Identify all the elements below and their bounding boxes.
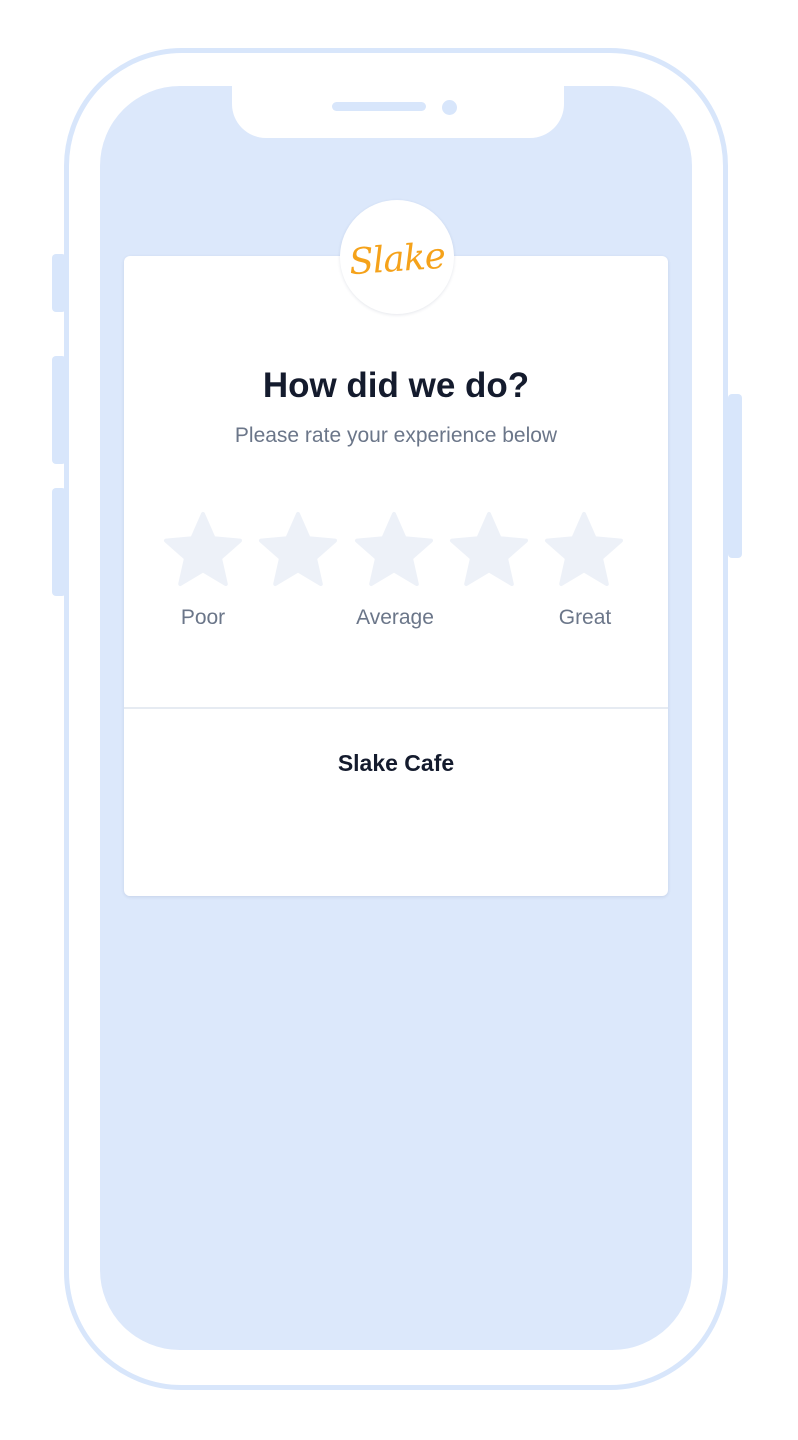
power-button (728, 394, 742, 558)
survey-title: How did we do? (262, 366, 530, 405)
star-icon (259, 512, 337, 586)
card-divider (124, 707, 668, 709)
star-rating-2[interactable] (258, 510, 338, 590)
star-icon (355, 512, 433, 586)
brand-logo-text: Slake (347, 235, 447, 283)
business-name: Slake Cafe (337, 750, 455, 776)
star-rating-5[interactable] (544, 510, 624, 590)
brand-logo: Slake (340, 200, 454, 314)
phone-notch (232, 86, 564, 138)
rating-label-great: Great (558, 606, 612, 629)
speaker-grille (332, 102, 426, 111)
survey-subtitle: Please rate your experience below (234, 424, 558, 447)
star-icon (450, 512, 528, 586)
rating-label-average: Average (356, 606, 434, 629)
star-icon (164, 512, 242, 586)
front-camera (442, 100, 457, 115)
star-icon (545, 512, 623, 586)
star-rating-3[interactable] (354, 510, 434, 590)
star-rating-4[interactable] (449, 510, 529, 590)
star-rating-1[interactable] (163, 510, 243, 590)
rating-label-poor: Poor (180, 606, 226, 629)
device-mockup: Slake How did we do? Please rate your ex… (0, 0, 798, 1440)
